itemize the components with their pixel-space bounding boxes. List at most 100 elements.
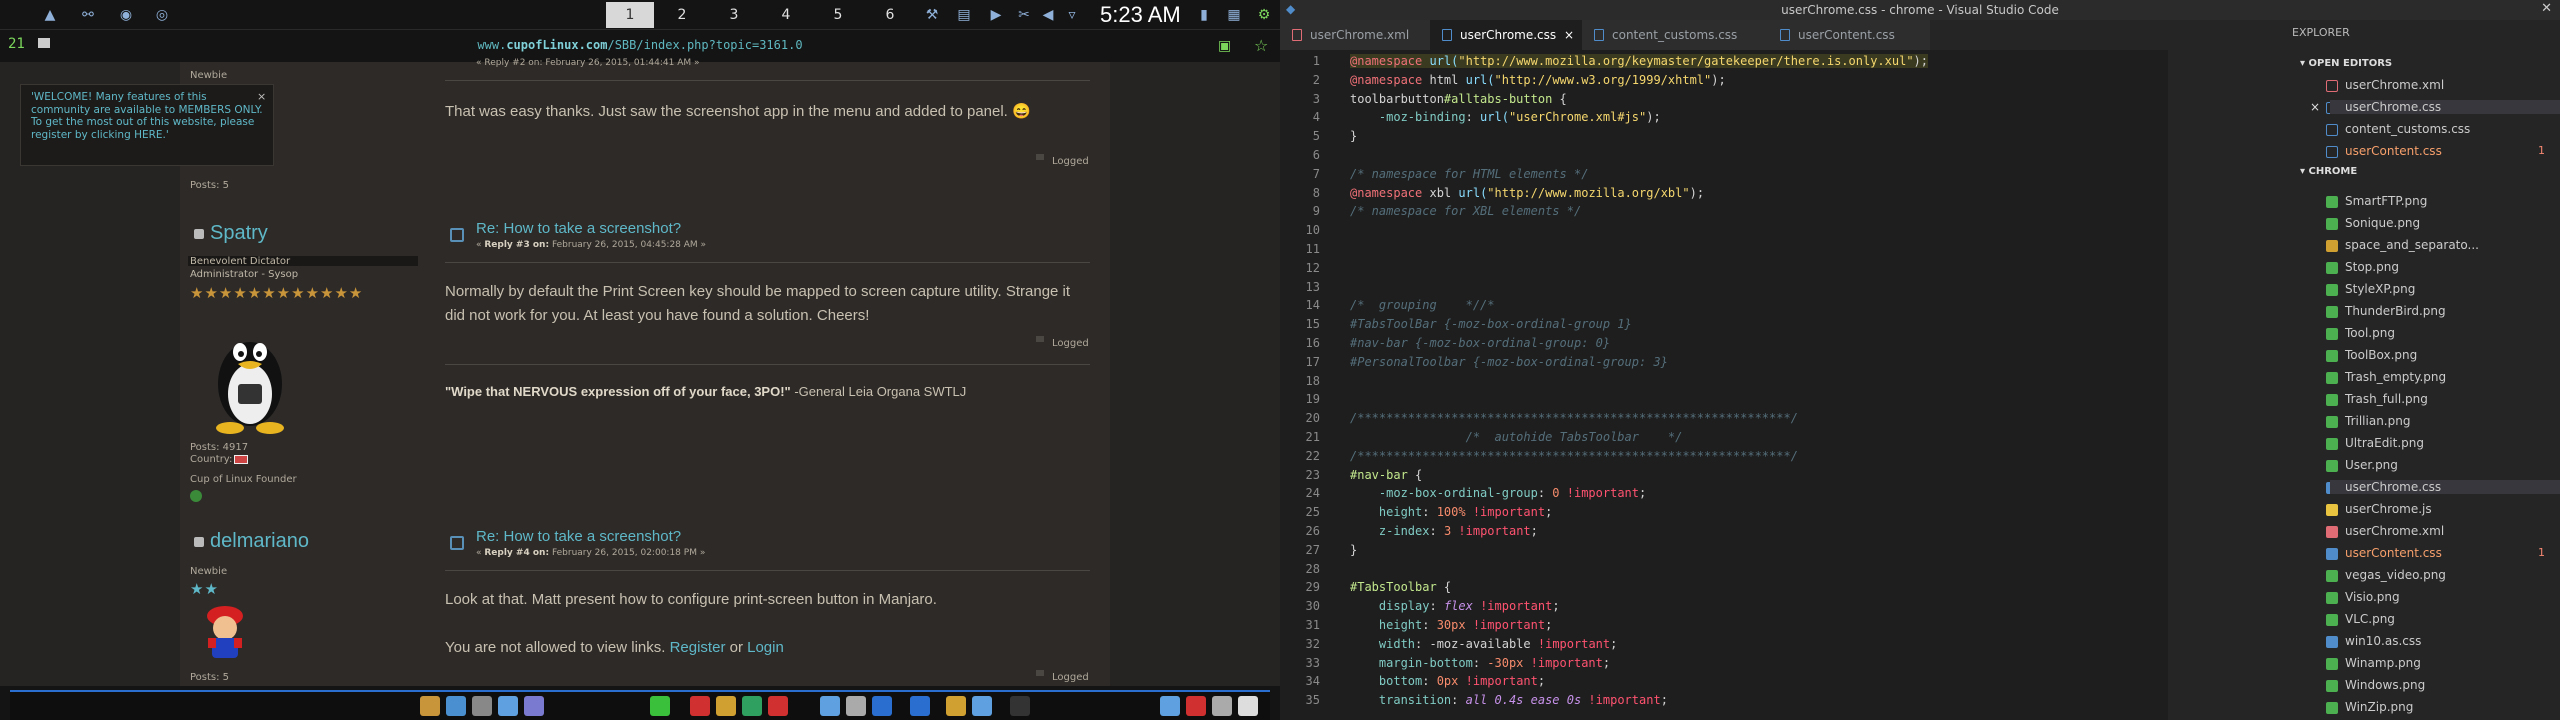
app-icon[interactable] bbox=[472, 696, 492, 716]
file-item[interactable]: space_and_separato... bbox=[2345, 238, 2479, 252]
code-line[interactable]: @namespace xbl url("http://www.mozilla.o… bbox=[1350, 186, 1704, 200]
browser-icon[interactable]: ◎ bbox=[154, 7, 170, 23]
code-line[interactable]: /* namespace for HTML elements */ bbox=[1350, 167, 1588, 181]
terminal-icon[interactable] bbox=[1010, 696, 1030, 716]
file-item[interactable]: WinZip.png bbox=[2345, 700, 2413, 714]
code-line[interactable]: height: 100% !important; bbox=[1350, 505, 1552, 519]
code-line[interactable]: #TabsToolbar { bbox=[1350, 580, 1451, 594]
file-item[interactable]: Tool.png bbox=[2345, 326, 2395, 340]
app-icon[interactable] bbox=[872, 696, 892, 716]
code-line[interactable]: toolbarbutton#alltabs-button { bbox=[1350, 92, 1567, 106]
app-icon[interactable] bbox=[524, 696, 544, 716]
code-line[interactable]: width: -moz-available !important; bbox=[1350, 637, 1617, 651]
file-item[interactable]: ThunderBird.png bbox=[2345, 304, 2446, 318]
file-item[interactable]: Trash_full.png bbox=[2345, 392, 2428, 406]
close-icon[interactable]: × bbox=[1564, 20, 1574, 50]
welcome-notice[interactable]: 'WELCOME! Many features of this communit… bbox=[20, 84, 274, 166]
website-icon[interactable] bbox=[190, 490, 202, 502]
file-item[interactable]: userContent.css bbox=[2345, 546, 2442, 560]
app-icon[interactable] bbox=[420, 696, 440, 716]
reader-icon[interactable]: ▣ bbox=[1218, 38, 1231, 54]
code-line[interactable]: /* namespace for XBL elements */ bbox=[1350, 204, 1581, 218]
code-line[interactable]: } bbox=[1350, 129, 1357, 143]
code-line[interactable]: -moz-box-ordinal-group: 0 !important; bbox=[1350, 486, 1646, 500]
open-editors-header[interactable]: ▾ OPEN EDITORS bbox=[2300, 58, 2392, 69]
app-icon[interactable] bbox=[846, 696, 866, 716]
username[interactable]: Spatry bbox=[210, 222, 268, 245]
login-link[interactable]: Login bbox=[747, 639, 784, 656]
file-item[interactable]: Stop.png bbox=[2345, 260, 2399, 274]
file-item[interactable]: win10.as.css bbox=[2345, 634, 2421, 648]
open-editor-item[interactable]: userChrome.xml bbox=[2345, 78, 2444, 92]
tools-icon[interactable]: ⚒ bbox=[924, 7, 940, 23]
app-icon[interactable] bbox=[716, 696, 736, 716]
code-line[interactable]: margin-bottom: -30px !important; bbox=[1350, 656, 1610, 670]
volume-icon[interactable]: ◀ bbox=[1040, 7, 1056, 23]
file-item[interactable]: userChrome.css bbox=[2330, 480, 2560, 494]
workspace-6[interactable]: 6 bbox=[866, 2, 914, 28]
code-line[interactable]: /***************************************… bbox=[1350, 449, 1798, 463]
app-icon[interactable] bbox=[690, 696, 710, 716]
file-item[interactable]: User.png bbox=[2345, 458, 2398, 472]
document-icon[interactable]: ▤ bbox=[956, 7, 972, 23]
network-icon[interactable]: ⚯ bbox=[80, 7, 96, 23]
file-item[interactable]: userChrome.xml bbox=[2345, 524, 2444, 538]
code-line[interactable]: -moz-binding: url("userChrome.xml#js"); bbox=[1350, 110, 1661, 124]
file-item[interactable]: userChrome.js bbox=[2345, 502, 2432, 516]
code-line[interactable]: #TabsToolBar {-moz-box-ordinal-group 1} bbox=[1350, 317, 1632, 331]
code-line[interactable]: bottom: 0px !important; bbox=[1350, 674, 1545, 688]
checkmark-icon[interactable] bbox=[650, 696, 670, 716]
code-line[interactable]: display: flex !important; bbox=[1350, 599, 1560, 613]
calendar-icon[interactable]: ▦ bbox=[1226, 7, 1242, 23]
open-editor-item[interactable]: userContent.css bbox=[2345, 144, 2442, 158]
wifi-icon[interactable]: ▿ bbox=[1064, 7, 1080, 23]
code-line[interactable]: #PersonalToolbar {-moz-box-ordinal-group… bbox=[1350, 355, 1668, 369]
code-line[interactable]: z-index: 3 !important; bbox=[1350, 524, 1538, 538]
workspace-4[interactable]: 4 bbox=[762, 2, 810, 28]
code-line[interactable]: transition: all 0.4s ease 0s !important; bbox=[1350, 693, 1668, 707]
code-line[interactable]: } bbox=[1350, 543, 1357, 557]
app-icon[interactable] bbox=[910, 696, 930, 716]
workspace-3[interactable]: 3 bbox=[710, 2, 758, 28]
app-icon[interactable] bbox=[972, 696, 992, 716]
workspace-2[interactable]: 2 bbox=[658, 2, 706, 28]
file-item[interactable]: UltraEdit.png bbox=[2345, 436, 2424, 450]
code-line[interactable]: #nav-bar { bbox=[1350, 468, 1422, 482]
file-item[interactable]: StyleXP.png bbox=[2345, 282, 2415, 296]
screenshot-icon[interactable]: ✂ bbox=[1016, 7, 1032, 23]
file-item[interactable]: SmartFTP.png bbox=[2345, 194, 2427, 208]
app-icon[interactable] bbox=[498, 696, 518, 716]
code-line[interactable]: /* grouping *//* bbox=[1350, 298, 1495, 312]
app-icon[interactable] bbox=[946, 696, 966, 716]
code-line[interactable]: #nav-bar {-moz-box-ordinal-group: 0} bbox=[1350, 336, 1610, 350]
code-line[interactable]: /* autohide TabsToolbar */ bbox=[1350, 430, 1683, 444]
tab-userchrome-xml[interactable]: userChrome.xml bbox=[1280, 20, 1430, 50]
close-icon[interactable]: × bbox=[257, 90, 266, 103]
workspace-5[interactable]: 5 bbox=[814, 2, 862, 28]
open-editor-item[interactable]: userChrome.css bbox=[2330, 100, 2560, 114]
play-icon[interactable]: ▶ bbox=[988, 7, 1004, 23]
file-item[interactable]: vegas_video.png bbox=[2345, 568, 2446, 582]
tab-usercontent-css[interactable]: userContent.css bbox=[1768, 20, 1930, 50]
code-line[interactable]: height: 30px !important; bbox=[1350, 618, 1552, 632]
clock[interactable]: 5:23 AM bbox=[1100, 2, 1181, 28]
battery-icon[interactable]: ▮ bbox=[1196, 7, 1212, 23]
register-link[interactable]: Register bbox=[670, 639, 726, 656]
code-line[interactable]: @namespace url("http://www.mozilla.org/k… bbox=[1350, 54, 1928, 68]
folder-chrome-header[interactable]: ▾ CHROME bbox=[2300, 166, 2357, 177]
code-line[interactable]: @namespace html url("http://www.w3.org/1… bbox=[1350, 73, 1726, 87]
app-icon[interactable] bbox=[1238, 696, 1258, 716]
app-icon[interactable] bbox=[820, 696, 840, 716]
file-item[interactable]: Sonique.png bbox=[2345, 216, 2420, 230]
tab-content-customs[interactable]: content_customs.css bbox=[1582, 20, 1768, 50]
app-icon[interactable] bbox=[742, 696, 762, 716]
code-line[interactable]: /***************************************… bbox=[1350, 411, 1798, 425]
wifi-icon[interactable] bbox=[1160, 696, 1180, 716]
tab-userchrome-css[interactable]: userChrome.css × bbox=[1430, 20, 1582, 50]
post-title[interactable]: Re: How to take a screenshot? bbox=[476, 528, 681, 545]
bookmark-star-icon[interactable]: ☆ bbox=[1254, 36, 1268, 55]
url-text[interactable]: www.cupofLinux.com/SBB/index.php?topic=3… bbox=[0, 38, 1280, 52]
app-icon[interactable] bbox=[446, 696, 466, 716]
file-item[interactable]: Winamp.png bbox=[2345, 656, 2421, 670]
open-editor-item[interactable]: content_customs.css bbox=[2345, 122, 2470, 136]
